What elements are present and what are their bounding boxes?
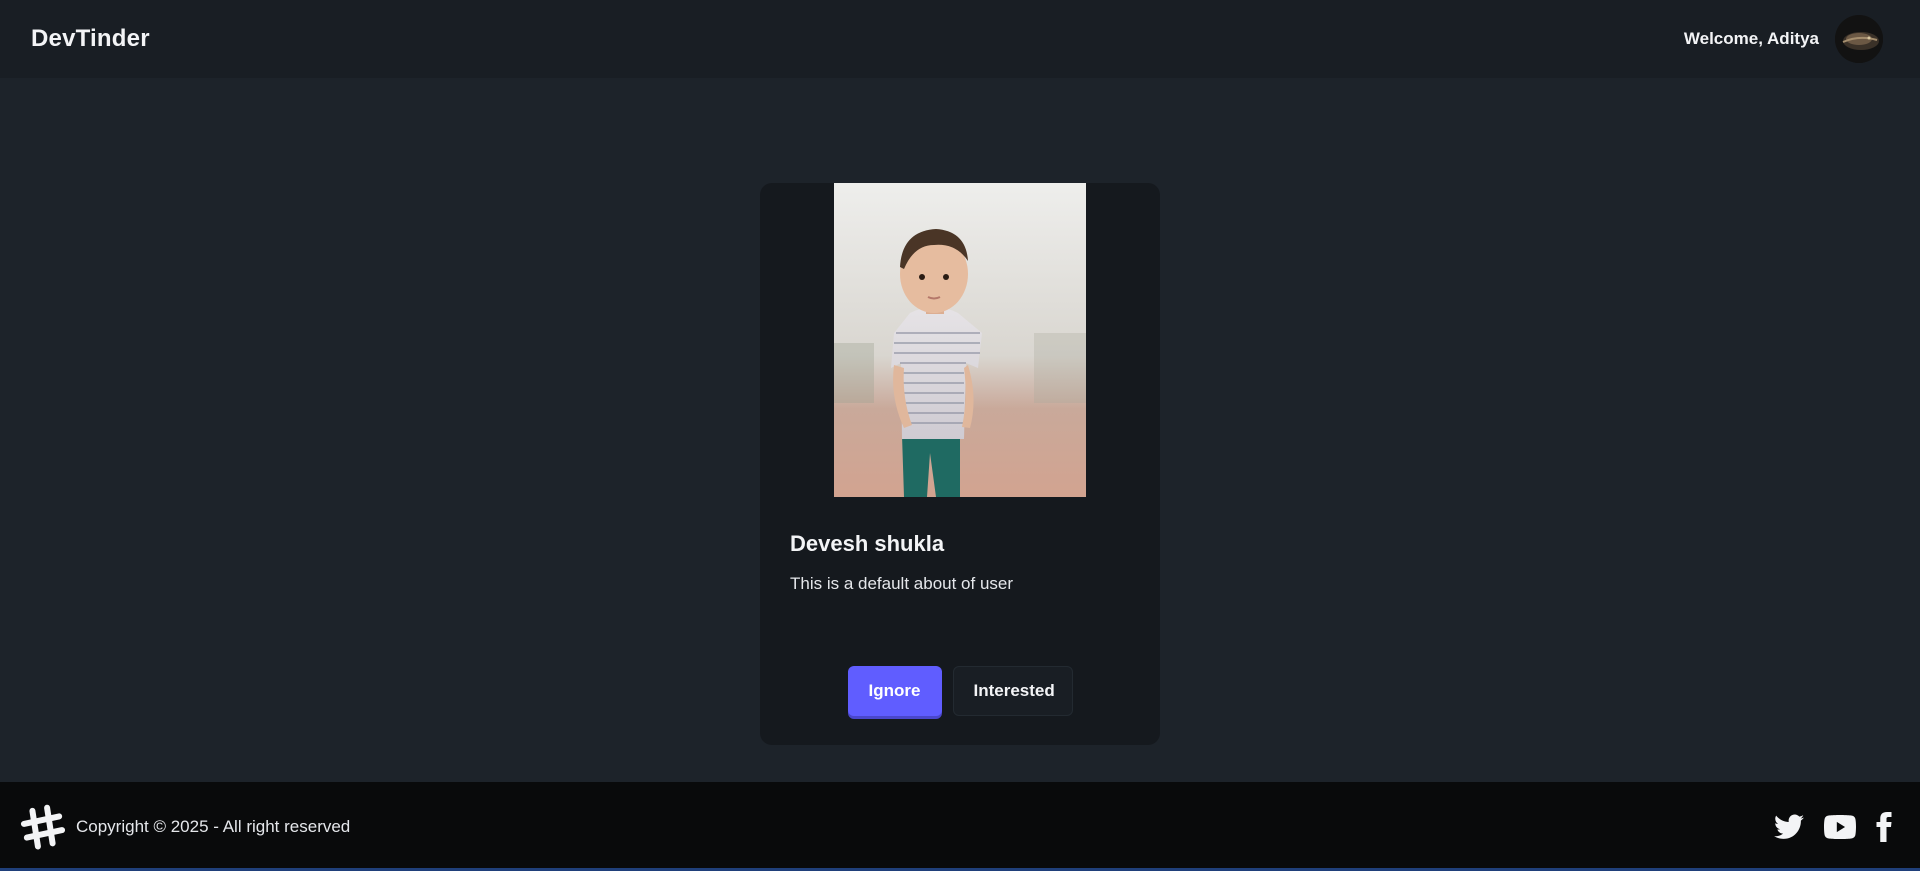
ignore-button[interactable]: Ignore xyxy=(847,666,942,716)
copyright-text: Copyright © 2025 - All right reserved xyxy=(76,816,351,836)
profile-card: Devesh shukla This is a default about of… xyxy=(760,183,1160,745)
profile-about: This is a default about of user xyxy=(790,574,1014,593)
profile-photo xyxy=(834,183,1086,497)
welcome-text: Welcome, Aditya xyxy=(1683,29,1819,48)
footer: Copyright © 2025 - All right reserved xyxy=(0,782,1920,871)
card-actions: Ignore Interested xyxy=(760,666,1160,716)
twitter-icon[interactable] xyxy=(1774,814,1804,840)
brand-logo-link[interactable]: DevTinder xyxy=(31,25,150,53)
user-avatar[interactable] xyxy=(1835,15,1883,63)
social-links xyxy=(1774,811,1900,842)
navbar: DevTinder Welcome, Aditya xyxy=(0,0,1920,78)
user-area: Welcome, Aditya xyxy=(1684,15,1889,63)
facebook-icon[interactable] xyxy=(1876,811,1892,842)
youtube-icon[interactable] xyxy=(1824,814,1856,840)
profile-name: Devesh shukla xyxy=(790,531,945,556)
interested-button[interactable]: Interested xyxy=(952,666,1073,716)
avatar-image xyxy=(1835,15,1883,63)
hashtag-icon xyxy=(20,804,66,849)
footer-left: Copyright © 2025 - All right reserved xyxy=(20,804,350,850)
